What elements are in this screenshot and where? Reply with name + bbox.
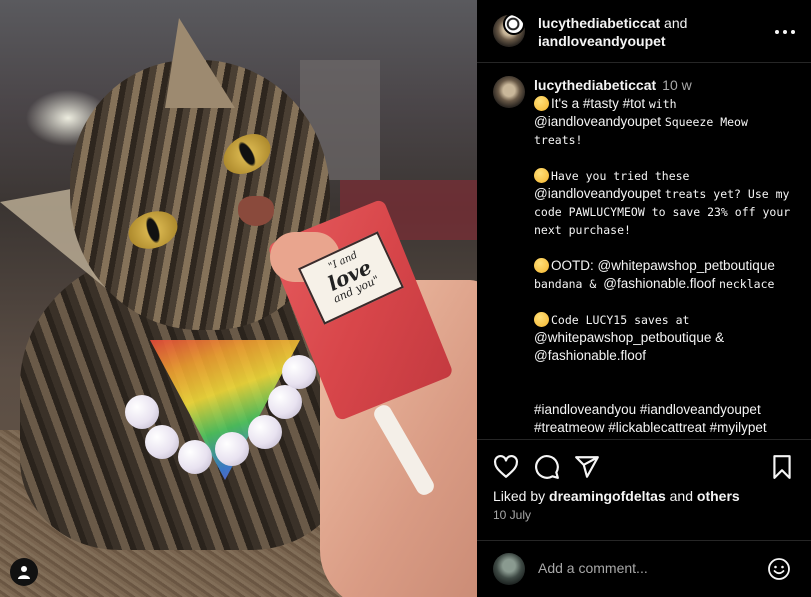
caption-text: treats yet? Use my: [664, 187, 790, 201]
caption-gap: [534, 149, 804, 167]
caption: lucythediabeticcat 10 w It's a #tasty #to…: [534, 76, 804, 437]
post-panel: lucythediabeticcat and iandloveandyoupet…: [477, 0, 811, 597]
liker-link[interactable]: dreamingofdeltas: [549, 488, 666, 504]
caption-text: Code LUCY15 saves at: [551, 313, 690, 327]
caption-gap: [534, 293, 804, 311]
caption-username[interactable]: lucythediabeticcat: [534, 77, 656, 93]
comments-scroll-area[interactable]: lucythediabeticcat 10 w It's a #tasty #to…: [477, 64, 811, 440]
dot-icon: [791, 30, 795, 34]
pearl: [268, 385, 302, 419]
caption-line: @whitepawshop_petboutique &: [534, 329, 804, 347]
action-bar: [477, 452, 811, 482]
smile-emoji-icon: [534, 96, 549, 111]
caption-text: necklace: [719, 277, 775, 291]
likes-joiner: and: [669, 488, 693, 504]
smile-emoji-icon: [534, 168, 549, 183]
caption-text: @fashionable.floof: [534, 348, 647, 363]
smile-emoji-icon: [534, 312, 549, 327]
caption-line: #iandloveandyou #iandloveandyoupet: [534, 401, 804, 419]
pearl: [215, 432, 249, 466]
caption-line: @iandloveandyoupet Squeeze Meow: [534, 113, 804, 131]
dot-icon: [775, 30, 779, 34]
smile-emoji-icon: [534, 258, 549, 273]
caption-text: treats!: [534, 133, 583, 147]
pearl: [125, 395, 159, 429]
heart-icon[interactable]: [493, 454, 519, 480]
caption-text: Have you tried these: [551, 169, 690, 183]
likes-prefix: Liked by: [493, 488, 546, 504]
avatar[interactable]: [493, 15, 525, 47]
tagged-users-button[interactable]: [10, 558, 38, 586]
pearl: [145, 425, 179, 459]
pearl: [178, 440, 212, 474]
caption-line: OOTD: @whitepawshop_petboutique: [534, 257, 804, 275]
pearl: [248, 415, 282, 449]
coauthor-link[interactable]: iandloveandyoupet: [538, 33, 666, 49]
caption-line: @iandloveandyoupet treats yet? Use my: [534, 185, 804, 203]
post-header: lucythediabeticcat and iandloveandyoupet: [477, 0, 811, 63]
caption-gap: [534, 365, 804, 383]
user-icon: [18, 566, 30, 579]
bookmark-icon[interactable]: [769, 454, 795, 480]
caption-line: code PAWLUCYMEOW to save 23% off your: [534, 203, 804, 221]
authors-joiner: and: [664, 15, 688, 31]
more-options-button[interactable]: [775, 22, 795, 42]
caption-text: OOTD: @whitepawshop_petboutique: [551, 258, 775, 273]
caption-text: code PAWLUCYMEOW to save 23% off your: [534, 205, 791, 219]
emoji-icon[interactable]: [767, 557, 791, 581]
caption-line: Have you tried these: [534, 167, 804, 185]
caption-text: @fashionable.floof: [603, 276, 720, 291]
comment-input[interactable]: Add a comment...: [538, 560, 748, 576]
likes-summary: Liked by dreamingofdeltas and others: [493, 488, 740, 504]
pearl: [282, 355, 316, 389]
caption-text: It's a #tasty #tot: [551, 96, 649, 111]
post-authors: lucythediabeticcat and iandloveandyoupet: [538, 14, 687, 50]
caption-line: @fashionable.floof: [534, 347, 804, 365]
caption-text: Squeeze Meow: [664, 115, 748, 129]
caption-time: 10 w: [662, 77, 692, 93]
caption-line: It's a #tasty #tot with: [534, 95, 804, 113]
caption-line: #treatmeow #lickablecattreat #myilypet: [534, 419, 804, 437]
caption-gap: [534, 239, 804, 257]
caption-line: next purchase!: [534, 221, 804, 239]
share-icon[interactable]: [574, 454, 600, 480]
post-date[interactable]: 10 July: [493, 508, 531, 522]
caption-text: with: [648, 97, 677, 111]
caption-text: @iandloveandyoupet: [534, 114, 665, 129]
caption-text: next purchase!: [534, 223, 631, 237]
caption-text: @iandloveandyoupet: [534, 186, 665, 201]
caption-text: @whitepawshop_petboutique &: [534, 330, 725, 345]
others-link[interactable]: others: [697, 488, 740, 504]
caption-text: #treatmeow #lickablecattreat #myilypet: [534, 420, 767, 435]
caption-gap: [534, 383, 804, 401]
caption-line: bandana & @fashionable.floof necklace: [534, 275, 804, 293]
cat-nose: [238, 196, 274, 226]
caption-line: Code LUCY15 saves at: [534, 311, 804, 329]
caption-text: bandana &: [534, 277, 604, 291]
post-image[interactable]: "I and love and you": [0, 0, 477, 597]
comment-icon[interactable]: [534, 454, 560, 480]
comment-bar: Add a comment...: [477, 540, 811, 597]
current-user-avatar: [493, 553, 525, 585]
caption-avatar[interactable]: [493, 76, 525, 108]
caption-text: #iandloveandyou #iandloveandyoupet: [534, 402, 761, 417]
caption-line: treats!: [534, 131, 804, 149]
author-link[interactable]: lucythediabeticcat: [538, 15, 660, 31]
dot-icon: [783, 30, 787, 34]
